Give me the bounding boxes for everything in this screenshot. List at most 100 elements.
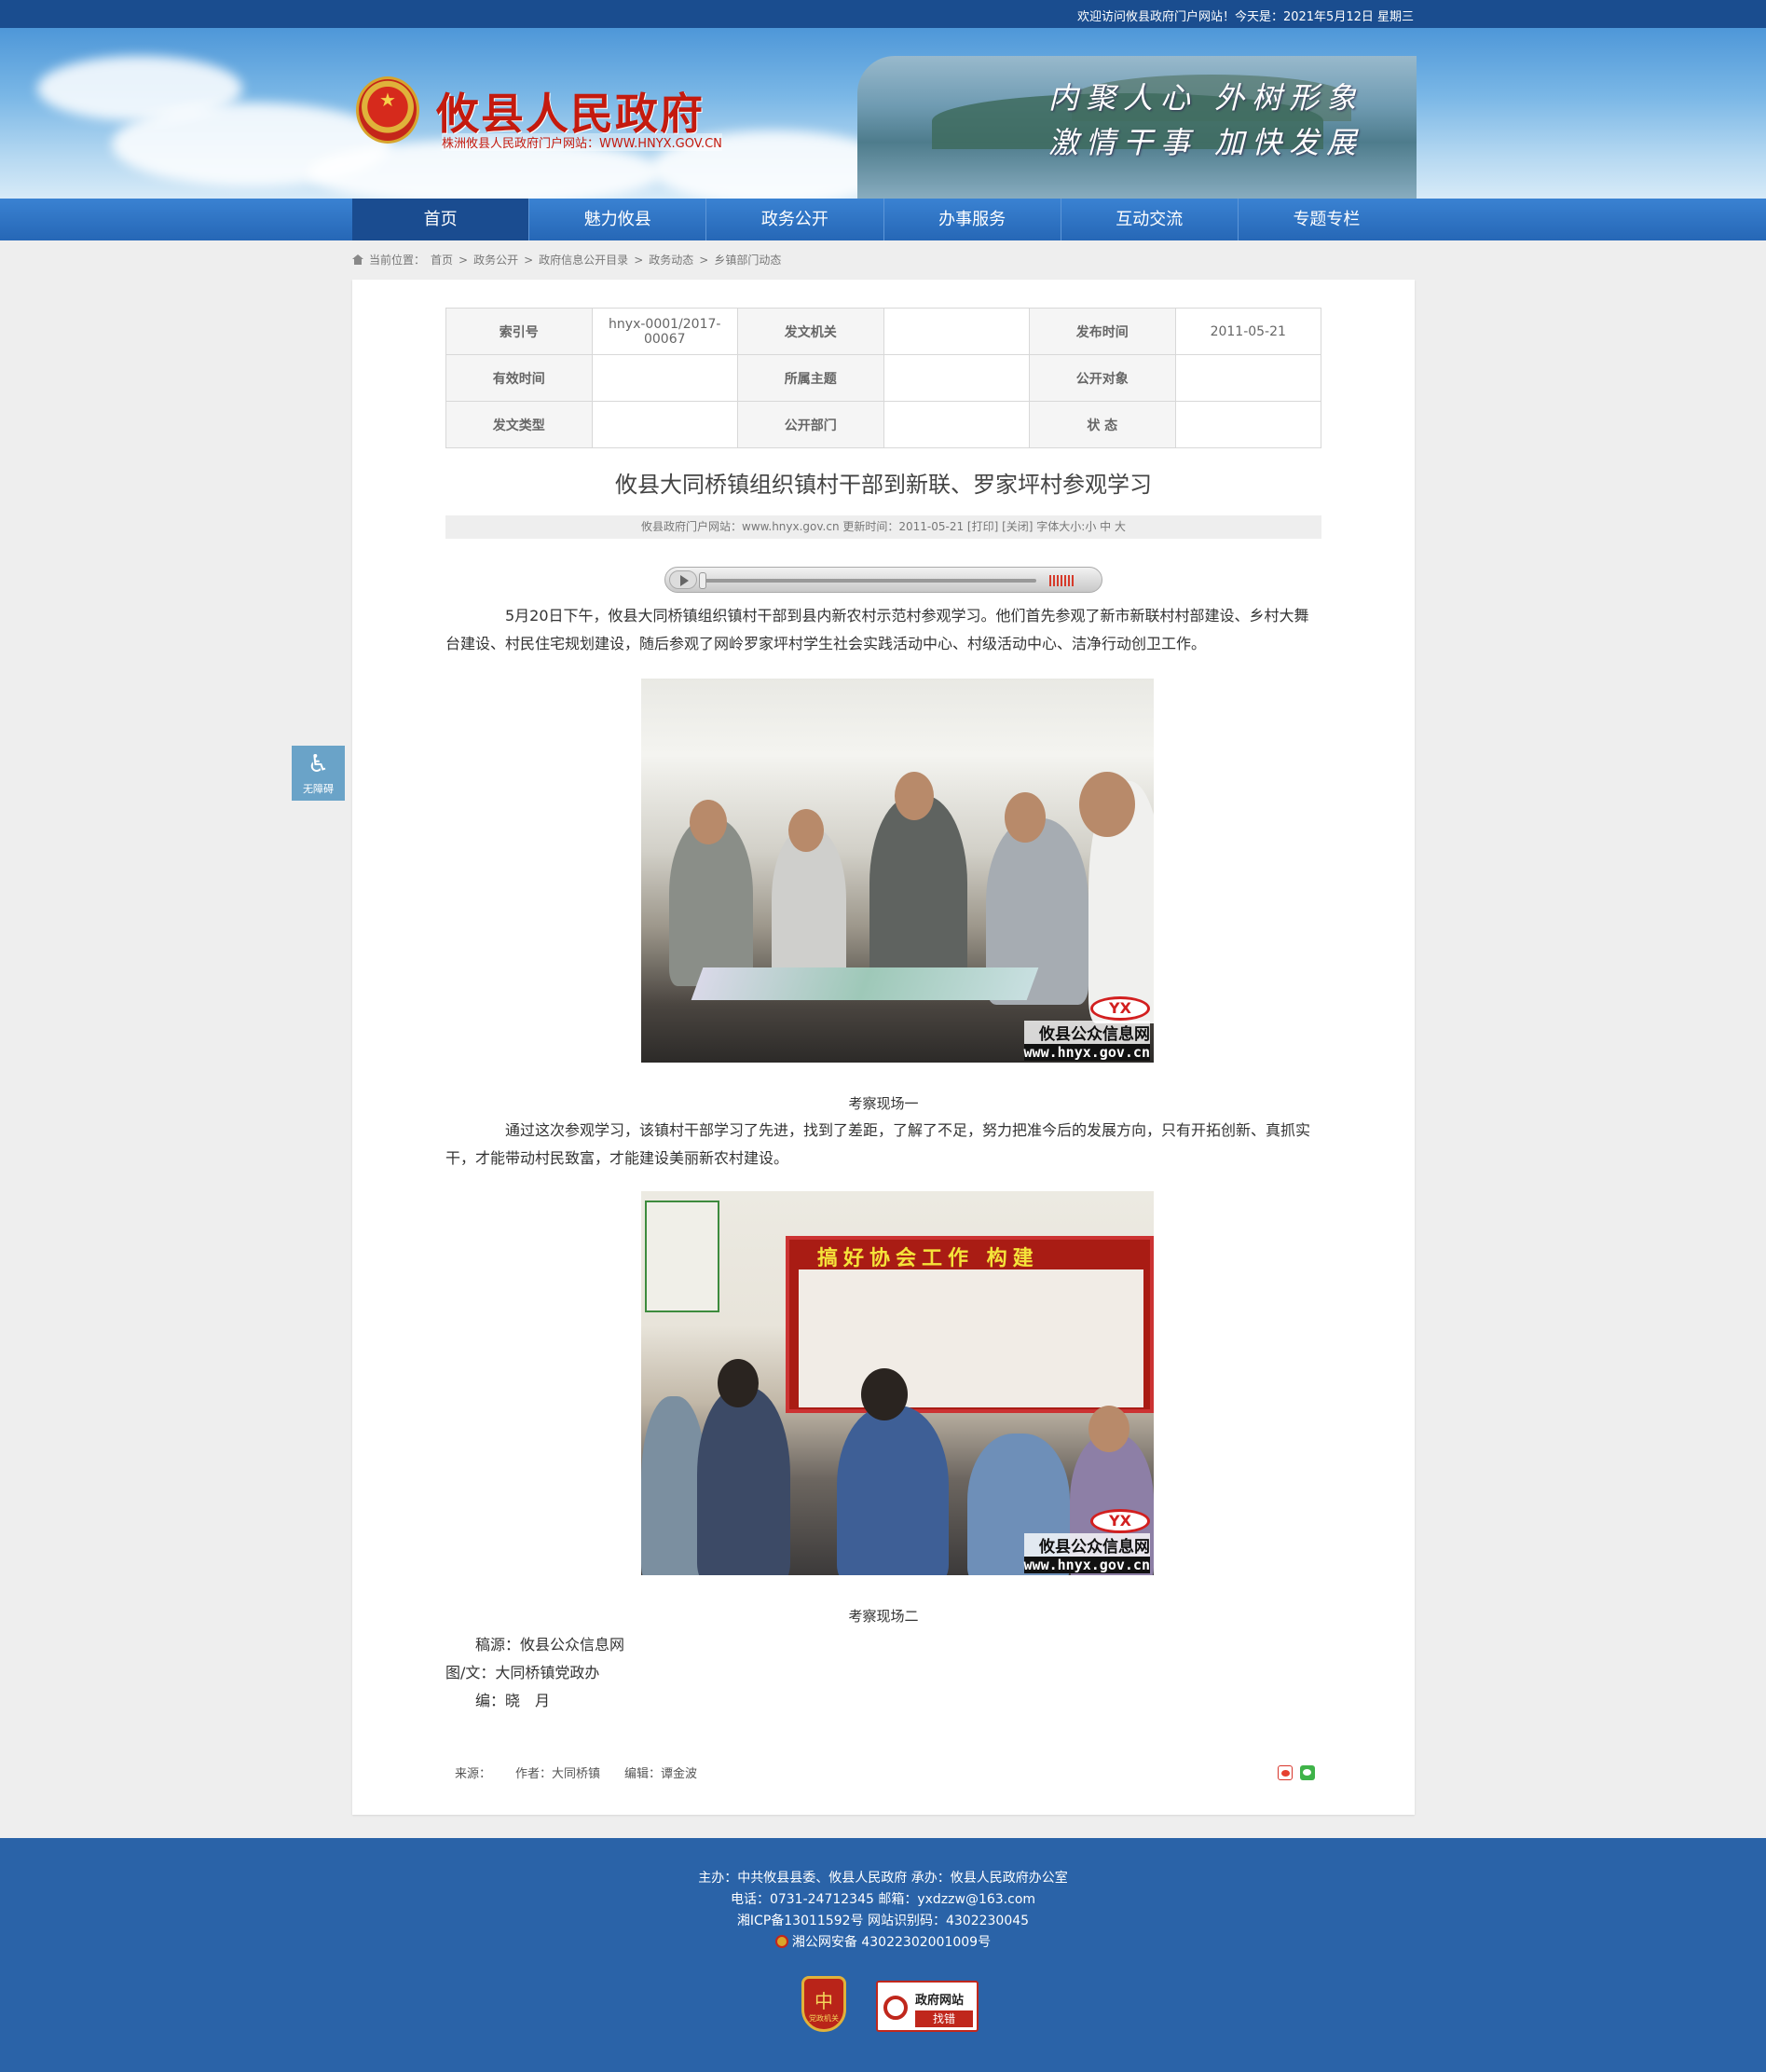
watermark-url: www.hnyx.gov.cn <box>1023 1044 1150 1061</box>
progress-track[interactable] <box>701 579 1036 583</box>
meta-value <box>883 401 1030 448</box>
poster-title: 搞好协会工作 构建 <box>817 1247 1039 1270</box>
watermark-name: 攸县公众信息网 <box>1023 1533 1150 1557</box>
credit-source: 稿源：攸县公众信息网 <box>475 1636 625 1653</box>
article-credits: 稿源：攸县公众信息网 图/文：大同桥镇党政办 编：晓 月 <box>445 1631 624 1715</box>
nav-item-interaction[interactable]: 互动交流 <box>1061 199 1239 240</box>
article-paragraph-1: 5月20日下午，攸县大同桥镇组织镇村干部到县内新农村示范村参观学习。他们首先参观… <box>445 607 1309 652</box>
party-government-badge[interactable]: 中 党政机关 <box>801 1976 846 2032</box>
table-row: 索引号 hnyx-0001/2017-00067 发文机关 发布时间 2011-… <box>445 308 1321 355</box>
article-editor: 编辑：谭金波 <box>624 1767 698 1781</box>
credit-editor: 编：晓 月 <box>475 1692 551 1709</box>
photo-watermark: YX 攸县公众信息网 www.hnyx.gov.cn <box>1023 1509 1150 1573</box>
breadcrumb-prefix: 当前位置： <box>369 254 426 267</box>
meta-key: 公开部门 <box>737 401 884 448</box>
meta-value <box>1174 354 1321 402</box>
header-banner: ★ 攸县人民政府 株洲攸县人民政府门户网站：WWW.HNYX.GOV.CN 内聚… <box>0 28 1766 199</box>
breadcrumb-separator: > <box>459 253 469 267</box>
footer-icp[interactable]: 湘ICP备13011592号 网站识别码：4302230045 <box>0 1911 1766 1932</box>
slogan-line-2: 激情干事 加快发展 <box>1048 125 1364 160</box>
watermark-logo: YX <box>1090 996 1150 1021</box>
nav-item-gov-affairs[interactable]: 政务公开 <box>706 199 884 240</box>
play-icon[interactable] <box>669 570 697 589</box>
meta-key: 状 态 <box>1029 401 1176 448</box>
person-figure <box>869 795 967 991</box>
article-source: 来源： <box>455 1767 492 1781</box>
meta-value <box>591 401 738 448</box>
nav-item-services[interactable]: 办事服务 <box>884 199 1061 240</box>
breadcrumb-item-news[interactable]: 政务动态 <box>649 252 693 268</box>
report-error-button[interactable]: 找错 <box>915 2010 973 2027</box>
meta-value <box>883 308 1030 355</box>
wall-board <box>645 1201 719 1312</box>
home-icon <box>352 254 363 265</box>
meta-value: hnyx-0001/2017-00067 <box>591 308 738 355</box>
article-author: 作者：大同桥镇 <box>515 1767 601 1781</box>
report-error-title: 政府网站 <box>915 1994 965 2008</box>
breadcrumb-separator: > <box>634 253 644 267</box>
nav-item-charm[interactable]: 魅力攸县 <box>529 199 707 240</box>
photo-caption-1: 考察现场一 <box>848 1095 919 1112</box>
breadcrumb-item-catalog[interactable]: 政府信息公开目录 <box>539 252 628 268</box>
breadcrumb-separator: > <box>699 253 709 267</box>
article-panel: 索引号 hnyx-0001/2017-00067 发文机关 发布时间 2011-… <box>352 280 1415 1815</box>
police-badge-icon <box>774 1935 788 1948</box>
accessibility-button[interactable]: ♿ 无障碍 <box>292 746 345 801</box>
meta-key: 发文机关 <box>737 308 884 355</box>
slogan-line-1: 内聚人心 外树形象 <box>1048 80 1364 116</box>
wechat-share-icon[interactable] <box>1300 1765 1315 1780</box>
badge-emblem-icon: 中 <box>815 1990 833 2012</box>
article-photo-1: YX 攸县公众信息网 www.hnyx.gov.cn <box>641 679 1154 1063</box>
footer-police-record[interactable]: 湘公网安备 43022302001009号 <box>0 1932 1766 1954</box>
breadcrumb: 当前位置： 首页 > 政务公开 > 政府信息公开目录 > 政务动态 > 乡镇部门… <box>352 252 781 268</box>
wheelchair-icon: ♿ <box>307 750 330 778</box>
national-emblem-icon[interactable]: ★ <box>356 76 419 144</box>
watermark-logo: YX <box>1090 1509 1150 1533</box>
magnifier-icon <box>883 1996 908 2020</box>
watermark-name: 攸县公众信息网 <box>1023 1021 1150 1044</box>
meta-key: 索引号 <box>445 308 593 355</box>
photo-watermark: YX 攸县公众信息网 www.hnyx.gov.cn <box>1023 996 1150 1061</box>
nav-item-home[interactable]: 首页 <box>352 199 530 240</box>
meta-value <box>1174 401 1321 448</box>
audio-player[interactable] <box>664 567 1102 593</box>
progress-handle[interactable] <box>699 572 706 589</box>
site-footer: 主办：中共攸县县委、攸县人民政府 承办：攸县人民政府办公室 电话：0731-24… <box>0 1838 1766 2072</box>
credit-author: 图/文：大同桥镇党政办 <box>445 1664 600 1681</box>
table-row: 有效时间 所属主题 公开对象 <box>445 354 1321 402</box>
breadcrumb-item-home[interactable]: 首页 <box>431 252 453 268</box>
person-figure <box>1005 792 1046 843</box>
accessibility-label: 无障碍 <box>303 783 334 795</box>
article-paragraph-2: 通过这次参观学习，该镇村干部学习了先进，找到了差距，了解了不足，努力把准今后的发… <box>445 1121 1311 1167</box>
article-info-bar[interactable]: 攸县政府门户网站：www.hnyx.gov.cn 更新时间：2011-05-21… <box>445 515 1321 539</box>
breadcrumb-item-gov-affairs[interactable]: 政务公开 <box>473 252 518 268</box>
meta-key: 所属主题 <box>737 354 884 402</box>
nav-item-topics[interactable]: 专题专栏 <box>1239 199 1415 240</box>
volume-icon[interactable] <box>1049 575 1074 586</box>
person-figure <box>1079 772 1135 837</box>
person-figure <box>861 1368 908 1420</box>
weibo-share-icon[interactable] <box>1278 1765 1293 1780</box>
main-navigation-bar: 首页 魅力攸县 政务公开 办事服务 互动交流 专题专栏 <box>0 199 1766 240</box>
footer-sponsor: 主办：中共攸县县委、攸县人民政府 承办：攸县人民政府办公室 <box>698 1871 1068 1886</box>
police-record-text[interactable]: 湘公网安备 43022302001009号 <box>792 1935 991 1950</box>
metadata-table: 索引号 hnyx-0001/2017-00067 发文机关 发布时间 2011-… <box>445 308 1321 448</box>
person-figure <box>697 1387 790 1575</box>
article-footer-info: 来源： 作者：大同桥镇 编辑：谭金波 <box>455 1763 697 1781</box>
site-subtitle: 株洲攸县人民政府门户网站：WWW.HNYX.GOV.CN <box>442 133 722 151</box>
table-documents <box>691 967 1039 1000</box>
table-row: 发文类型 公开部门 状 态 <box>445 401 1321 448</box>
badge-label: 党政机关 <box>809 2014 839 2023</box>
person-figure <box>718 1359 759 1407</box>
wall-poster: 搞好协会工作 构建 <box>786 1236 1154 1413</box>
meta-value: 2011-05-21 <box>1174 308 1321 355</box>
watermark-url: www.hnyx.gov.cn <box>1023 1557 1150 1573</box>
breadcrumb-item-township[interactable]: 乡镇部门动态 <box>714 252 781 268</box>
person-figure <box>895 772 934 820</box>
person-figure <box>1088 1406 1129 1452</box>
photo-caption-2: 考察现场二 <box>848 1608 919 1625</box>
article-title: 攸县大同桥镇组织镇村干部到新联、罗家坪村参观学习 <box>615 472 1152 498</box>
main-nav: 首页 魅力攸县 政务公开 办事服务 互动交流 专题专栏 <box>352 199 1415 240</box>
person-figure <box>837 1406 949 1575</box>
report-error-badge[interactable]: 政府网站 找错 <box>876 1981 979 2032</box>
